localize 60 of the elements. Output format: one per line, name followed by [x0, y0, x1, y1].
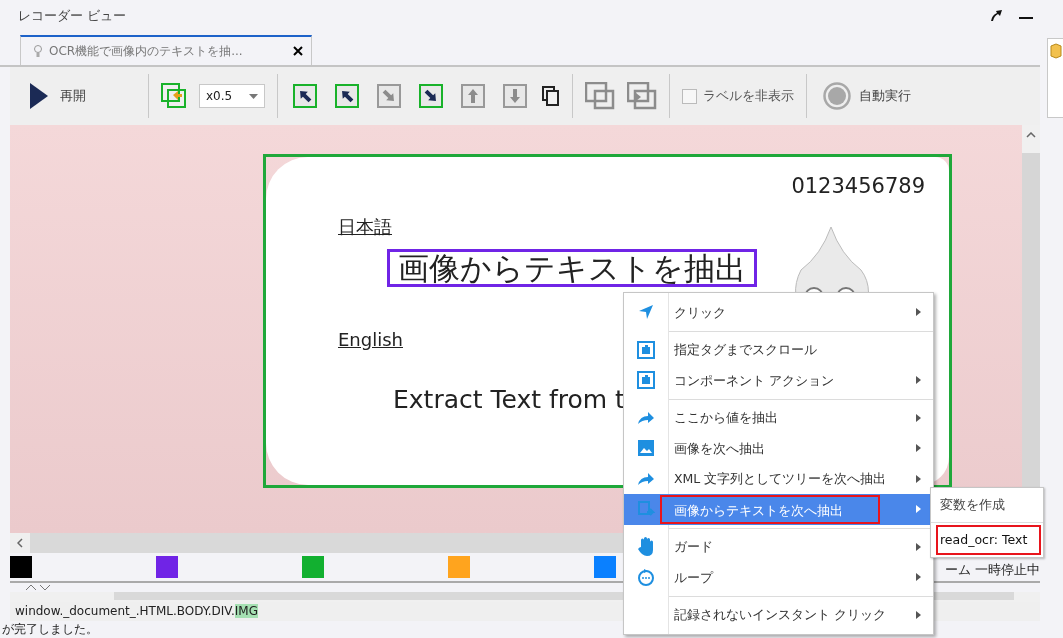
caret-icon	[916, 573, 921, 582]
hand-icon	[637, 536, 655, 557]
menu-item[interactable]: ガード	[624, 531, 933, 562]
close-icon[interactable]	[293, 46, 303, 56]
caret-icon	[916, 413, 921, 422]
scroll-left-icon[interactable]	[17, 538, 23, 548]
menu-item[interactable]: クリック	[624, 297, 933, 328]
number-text: 0123456789	[791, 174, 925, 198]
share-arrow-icon	[637, 471, 655, 486]
arrow-tool-icon[interactable]	[335, 84, 359, 108]
window-import-icon[interactable]	[627, 82, 657, 110]
caret-icon	[249, 93, 258, 99]
arrow-tool-icon[interactable]	[293, 84, 317, 108]
color-swatch[interactable]	[302, 556, 324, 578]
resume-button[interactable]: 再開	[26, 79, 136, 113]
menu-item[interactable]: ループ	[624, 562, 933, 593]
document-tab[interactable]: OCR機能で画像内のテキストを抽...	[20, 35, 312, 65]
send-icon	[638, 304, 654, 321]
menu-item[interactable]: コンポーネント アクション	[624, 365, 933, 396]
replay-icon[interactable]	[161, 83, 187, 109]
color-swatch[interactable]	[10, 556, 32, 578]
menu-item[interactable]: 画像からテキストを次へ抽出	[624, 494, 933, 525]
color-swatch[interactable]	[594, 556, 616, 578]
menu-item[interactable]: 指定タグまでスクロール	[624, 334, 933, 365]
caret-icon	[916, 505, 921, 514]
message-text: が完了しました。	[1, 621, 99, 638]
menu-item[interactable]: 変数を作成	[931, 490, 1043, 520]
cube-icon[interactable]	[1049, 43, 1062, 59]
menu-item[interactable]: read_ocr: Text	[936, 525, 1041, 555]
play-icon	[30, 83, 48, 109]
hide-labels-checkbox[interactable]: ラベルを非表示	[682, 87, 794, 105]
heading-text: 日本語	[338, 215, 392, 239]
heading-text: English	[338, 329, 403, 350]
caret-icon	[916, 474, 921, 483]
zoom-dropdown[interactable]: x0.5	[199, 84, 265, 108]
caret-icon	[916, 308, 921, 317]
menu-item[interactable]: 画像を次へ抽出	[624, 433, 933, 464]
window-title: レコーダー ビュー	[18, 7, 127, 25]
copy-icon[interactable]	[542, 86, 560, 106]
loop-icon	[637, 568, 655, 587]
puzzle-icon	[637, 371, 655, 390]
window-export-icon[interactable]	[585, 82, 615, 110]
color-swatch[interactable]	[156, 556, 178, 578]
status-text: ーム 一時停止中	[944, 561, 1040, 579]
collapse-expand-icon[interactable]	[24, 583, 52, 591]
auto-run-button[interactable]: 自動実行	[819, 78, 915, 114]
caret-icon	[916, 444, 921, 453]
ocr-text-selection[interactable]: 画像からテキストを抽出	[387, 249, 757, 287]
color-swatch[interactable]	[448, 556, 470, 578]
scroll-up-icon[interactable]	[1026, 132, 1036, 138]
menu-item[interactable]: ここから値を抽出	[624, 402, 933, 433]
arrow-tool-icon[interactable]	[419, 84, 443, 108]
image-icon	[638, 440, 654, 457]
puzzle-icon	[637, 340, 655, 359]
record-icon	[823, 82, 851, 110]
caret-icon	[916, 376, 921, 385]
bulb-icon	[33, 44, 43, 58]
caret-icon	[916, 542, 921, 551]
caret-icon	[916, 610, 921, 619]
share-arrow-icon	[637, 410, 655, 425]
